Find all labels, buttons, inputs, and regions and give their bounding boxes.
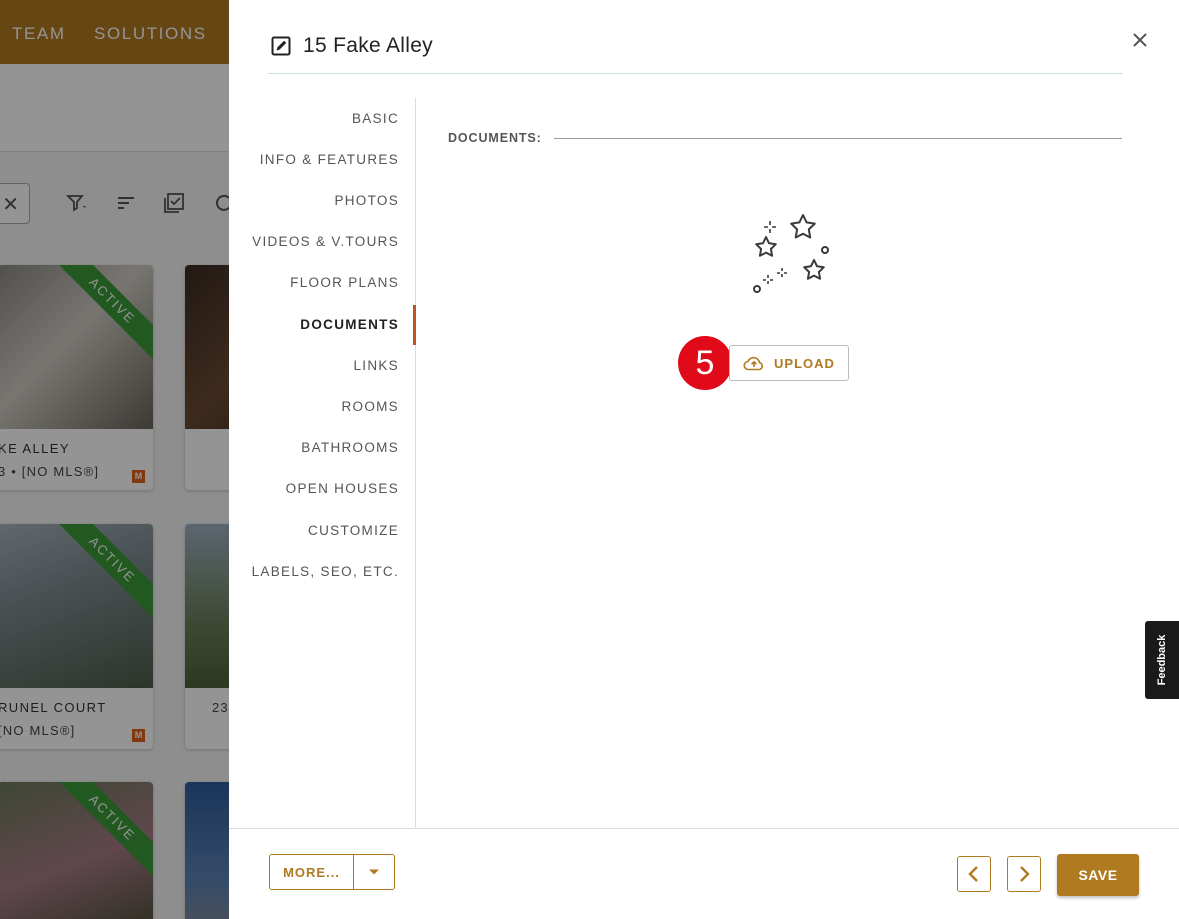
tab-links[interactable]: LINKS bbox=[353, 358, 399, 373]
cloud-upload-icon bbox=[743, 356, 764, 371]
chevron-right-icon bbox=[1020, 866, 1030, 882]
tab-info-features[interactable]: INFO & FEATURES bbox=[260, 152, 399, 167]
tab-videos-tours[interactable]: VIDEOS & V.TOURS bbox=[252, 234, 399, 249]
upload-button[interactable]: UPLOAD bbox=[729, 345, 849, 381]
tab-photos[interactable]: PHOTOS bbox=[334, 193, 399, 208]
tab-customize[interactable]: CUSTOMIZE bbox=[308, 523, 399, 538]
save-button[interactable]: SAVE bbox=[1057, 854, 1139, 896]
feedback-label: Feedback bbox=[1156, 634, 1168, 686]
tab-floor-plans[interactable]: FLOOR PLANS bbox=[290, 275, 399, 290]
active-tab-indicator bbox=[413, 305, 416, 345]
title-divider bbox=[268, 73, 1123, 74]
tab-labels-seo[interactable]: LABELS, SEO, ETC. bbox=[252, 564, 399, 579]
chevron-left-icon bbox=[968, 866, 978, 882]
more-dropdown-toggle[interactable] bbox=[354, 855, 394, 889]
section-divider bbox=[554, 138, 1122, 139]
close-icon[interactable] bbox=[1129, 29, 1151, 51]
edit-listing-drawer: 15 Fake Alley BASIC INFO & FEATURES PHOT… bbox=[229, 0, 1179, 919]
drawer-title-text: 15 Fake Alley bbox=[303, 34, 433, 57]
tab-rooms[interactable]: ROOMS bbox=[341, 399, 399, 414]
next-listing-button[interactable] bbox=[1007, 856, 1041, 892]
more-button-group: MORE... bbox=[269, 854, 395, 890]
more-button[interactable]: MORE... bbox=[270, 855, 354, 889]
tab-documents[interactable]: DOCUMENTS bbox=[300, 317, 399, 332]
caret-down-icon bbox=[369, 869, 379, 875]
feedback-tab[interactable]: Feedback bbox=[1145, 621, 1179, 699]
edit-icon bbox=[271, 36, 291, 56]
drawer-tabs: BASIC INFO & FEATURES PHOTOS VIDEOS & V.… bbox=[229, 98, 416, 828]
drawer-title: 15 Fake Alley bbox=[269, 34, 433, 58]
tab-basic[interactable]: BASIC bbox=[352, 111, 399, 126]
upload-label: UPLOAD bbox=[774, 355, 835, 371]
step-number-badge: 5 bbox=[678, 336, 732, 390]
previous-listing-button[interactable] bbox=[957, 856, 991, 892]
drawer-footer: MORE... SAVE bbox=[229, 828, 1179, 919]
tab-bathrooms[interactable]: BATHROOMS bbox=[301, 440, 399, 455]
section-heading: DOCUMENTS: bbox=[448, 131, 542, 145]
tab-open-houses[interactable]: OPEN HOUSES bbox=[286, 481, 399, 496]
stars-icon bbox=[753, 214, 829, 293]
